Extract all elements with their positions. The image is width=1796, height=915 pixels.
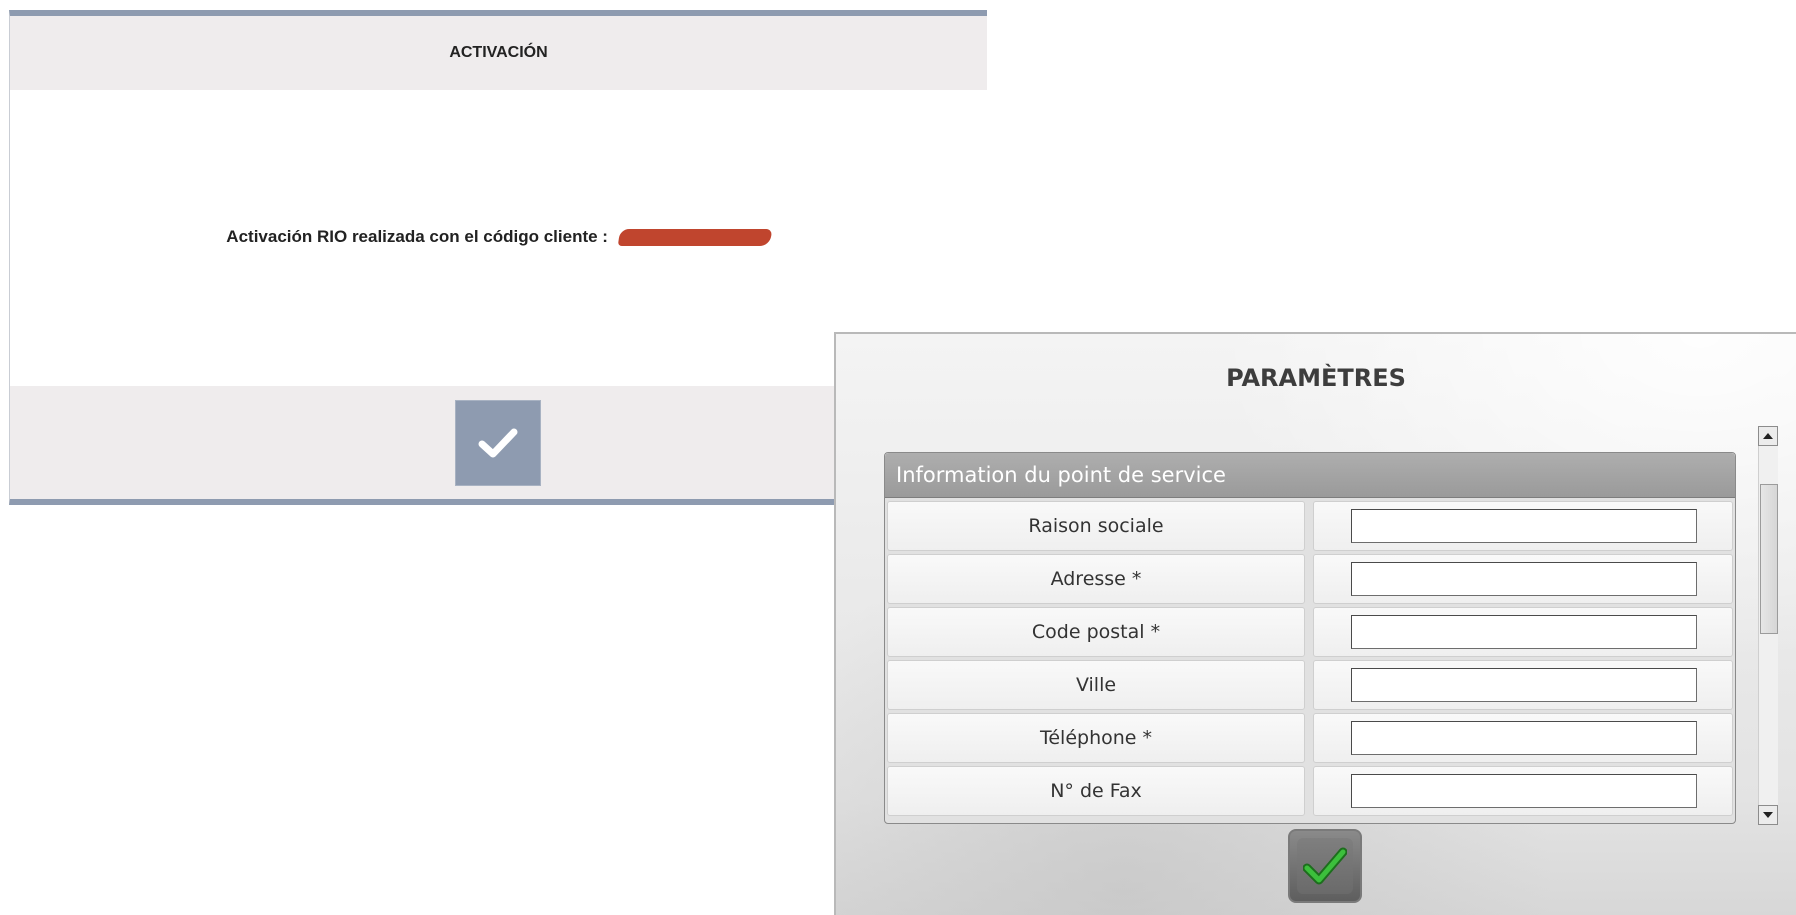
scroll-track[interactable] [1758, 446, 1778, 805]
ville-input[interactable] [1351, 668, 1697, 702]
fax-input[interactable] [1351, 774, 1697, 808]
form-row-code-postal: Code postal * [887, 607, 1733, 657]
service-point-panel: Information du point de service Raison s… [884, 452, 1736, 824]
parameters-dialog: PARAMÈTRES Information du point de servi… [834, 332, 1796, 915]
field-cell-fax [1313, 766, 1733, 816]
field-cell-telephone [1313, 713, 1733, 763]
form-row-telephone: Téléphone * [887, 713, 1733, 763]
checkmark-icon [478, 428, 518, 458]
activation-confirm-button[interactable] [455, 400, 541, 486]
activation-header: ACTIVACIÓN [10, 16, 987, 90]
form-row-ville: Ville [887, 660, 1733, 710]
arrow-down-icon [1763, 812, 1773, 818]
activation-message-row: Activación RIO realizada con el código c… [226, 227, 772, 247]
raison-sociale-input[interactable] [1351, 509, 1697, 543]
field-cell-raison-sociale [1313, 501, 1733, 551]
activation-message: Activación RIO realizada con el código c… [226, 227, 608, 246]
activation-title: ACTIVACIÓN [449, 44, 548, 61]
field-label-telephone: Téléphone * [887, 713, 1305, 763]
section-title: Information du point de service [896, 463, 1226, 487]
scroll-down-button[interactable] [1758, 805, 1778, 825]
form-row-adresse: Adresse * [887, 554, 1733, 604]
scroll-thumb[interactable] [1760, 484, 1778, 634]
field-label-raison-sociale: Raison sociale [887, 501, 1305, 551]
scroll-up-button[interactable] [1758, 426, 1778, 446]
section-header: Information du point de service [885, 453, 1735, 498]
telephone-input[interactable] [1351, 721, 1697, 755]
form-row-raison-sociale: Raison sociale [887, 501, 1733, 551]
code-postal-input[interactable] [1351, 615, 1697, 649]
field-label-adresse: Adresse * [887, 554, 1305, 604]
field-cell-ville [1313, 660, 1733, 710]
field-cell-adresse [1313, 554, 1733, 604]
redacted-client-code [617, 229, 772, 247]
parameters-title: PARAMÈTRES [1226, 364, 1406, 392]
confirm-button-face [1297, 838, 1353, 894]
green-checkmark-icon [1303, 847, 1347, 885]
field-label-ville: Ville [887, 660, 1305, 710]
parameters-confirm-button[interactable] [1288, 829, 1362, 903]
field-cell-code-postal [1313, 607, 1733, 657]
vertical-scrollbar[interactable] [1758, 426, 1778, 825]
form-row-fax: N° de Fax [887, 766, 1733, 816]
arrow-up-icon [1763, 433, 1773, 439]
field-label-fax: N° de Fax [887, 766, 1305, 816]
adresse-input[interactable] [1351, 562, 1697, 596]
field-label-code-postal: Code postal * [887, 607, 1305, 657]
